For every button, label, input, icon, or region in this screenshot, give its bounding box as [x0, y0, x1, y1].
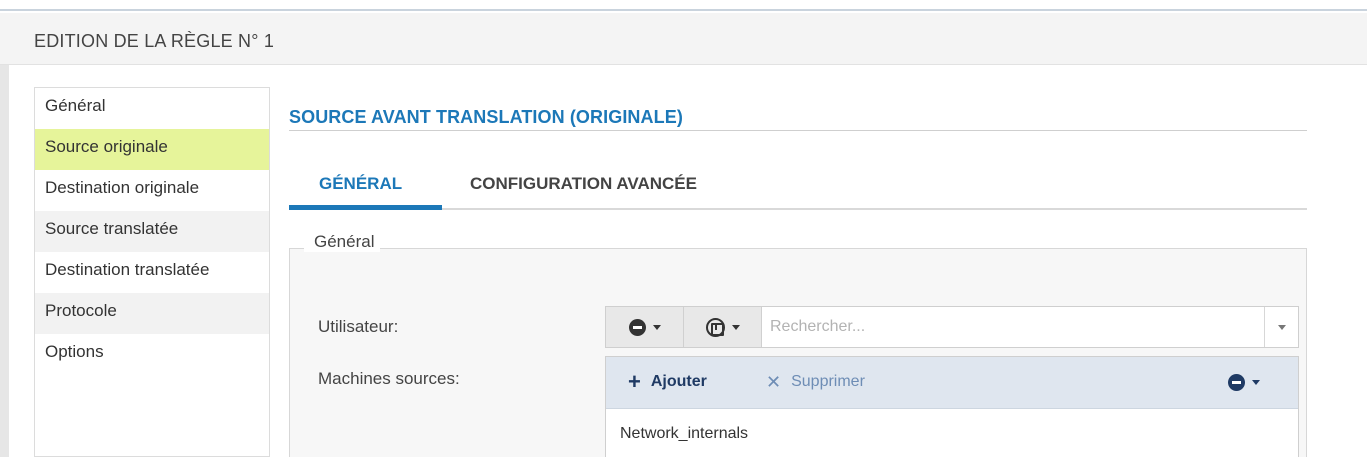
window-header: EDITION DE LA RÈGLE N° 1: [0, 13, 1367, 65]
fieldset-legend: Général: [304, 232, 381, 252]
tab-configuration-avancee[interactable]: CONFIGURATION AVANCÉE: [470, 174, 697, 194]
sidebar-item-general[interactable]: Général: [35, 88, 269, 129]
user-directory-dropdown[interactable]: [684, 307, 762, 347]
user-type-dropdown[interactable]: [606, 307, 684, 347]
table-row[interactable]: Network_internals: [606, 409, 1298, 457]
rule-sections-menu: Général Source originale Destination ori…: [34, 87, 270, 457]
sidebar-item-options[interactable]: Options: [35, 334, 269, 375]
tab-general[interactable]: GÉNÉRAL: [319, 174, 402, 194]
sidebar-item-protocole[interactable]: Protocole: [35, 293, 269, 334]
user-label: Utilisateur:: [318, 317, 399, 336]
section-title: SOURCE AVANT TRANSLATION (ORIGINALE): [289, 107, 683, 127]
add-label: Ajouter: [650, 373, 707, 390]
tab-bar: GÉNÉRAL CONFIGURATION AVANCÉE: [289, 164, 1307, 210]
active-tab-indicator: [289, 205, 442, 210]
top-border: [0, 0, 1367, 11]
add-button[interactable]: + Ajouter: [628, 369, 707, 394]
grid-filter-dropdown[interactable]: [1228, 374, 1260, 391]
sidebar-item-source-translatee[interactable]: Source translatée: [35, 211, 269, 252]
delete-button[interactable]: ✕ Supprimer: [766, 373, 865, 391]
grid-toolbar: + Ajouter ✕ Supprimer: [606, 357, 1298, 409]
chevron-down-icon: [731, 324, 740, 330]
sidebar-item-destination-originale[interactable]: Destination originale: [35, 170, 269, 211]
section-divider: [289, 130, 1307, 131]
window-title: EDITION DE LA RÈGLE N° 1: [34, 31, 275, 51]
user-search-dropdown-button[interactable]: [1264, 307, 1298, 347]
source-machines-grid: + Ajouter ✕ Supprimer Network_internals: [605, 356, 1299, 457]
chevron-down-icon: [1252, 380, 1260, 385]
sidebar-item-destination-translatee[interactable]: Destination translatée: [35, 252, 269, 293]
chevron-down-icon: [652, 324, 661, 330]
delete-label: Supprimer: [791, 373, 865, 390]
chevron-down-icon: [1277, 324, 1286, 330]
minus-circle-icon: [628, 318, 646, 336]
directory-icon: [705, 317, 725, 337]
plus-icon: +: [628, 369, 641, 394]
user-search-input[interactable]: [762, 307, 1264, 347]
left-panel-edge: [0, 65, 9, 457]
machines-label: Machines sources:: [318, 369, 460, 388]
minus-circle-icon: [1228, 374, 1245, 391]
user-selector: [605, 306, 1299, 348]
sidebar-item-source-originale[interactable]: Source originale: [35, 129, 269, 170]
close-icon: ✕: [766, 372, 782, 392]
